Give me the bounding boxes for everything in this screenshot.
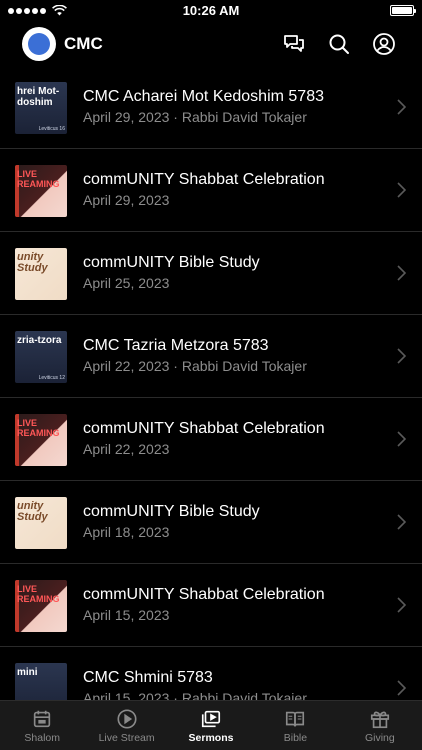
sermon-thumbnail: mini	[15, 663, 67, 700]
chevron-right-icon	[397, 514, 406, 530]
sermon-title: commUNITY Shabbat Celebration	[83, 420, 325, 437]
sermon-list: hrei Mot-doshim Leviticus 16 CMC Acharei…	[0, 66, 422, 700]
sermon-thumbnail: hrei Mot-doshim Leviticus 16	[15, 82, 67, 134]
sermon-row[interactable]: unity Study commUNITY Bible Study April …	[0, 232, 422, 315]
sermon-title: commUNITY Bible Study	[83, 503, 260, 520]
sermon-row[interactable]: mini CMC Shmini 5783 April 15, 2023 · Ra…	[0, 647, 422, 700]
app-logo[interactable]	[22, 27, 56, 61]
chevron-right-icon	[397, 431, 406, 447]
sermon-meta: April 18, 2023	[83, 524, 170, 540]
sermon-thumbnail: LIVE REAMING	[15, 165, 67, 217]
sermon-meta: April 22, 2023	[83, 441, 170, 457]
sermon-title: commUNITY Shabbat Celebration	[83, 586, 325, 603]
calendar-icon	[34, 710, 51, 727]
sermon-thumbnail: unity Study	[15, 248, 67, 300]
tab-sermons[interactable]: Sermons	[169, 701, 253, 750]
sermon-row[interactable]: LIVE REAMING commUNITY Shabbat Celebrati…	[0, 149, 422, 232]
sermon-title: CMC Acharei Mot Kedoshim 5783	[83, 88, 324, 105]
chevron-right-icon	[397, 348, 406, 364]
chevron-right-icon	[397, 597, 406, 613]
sermon-meta: April 15, 2023 · Rabbi David Tokajer	[83, 690, 307, 700]
chevron-right-icon	[397, 680, 406, 696]
chevron-right-icon	[397, 99, 406, 115]
sermon-meta: April 29, 2023	[83, 192, 170, 208]
sermon-title: CMC Shmini 5783	[83, 669, 213, 686]
video-library-icon	[201, 710, 221, 727]
sermon-row[interactable]: hrei Mot-doshim Leviticus 16 CMC Acharei…	[0, 66, 422, 149]
tab-bible[interactable]: Bible	[253, 701, 337, 750]
chevron-right-icon	[397, 265, 406, 281]
sermon-row[interactable]: unity Study commUNITY Bible Study April …	[0, 481, 422, 564]
tab-bar: Shalom Live Stream Sermons Bible Giving	[0, 700, 422, 750]
sermon-title: CMC Tazria Metzora 5783	[83, 337, 269, 354]
sermon-meta: April 29, 2023 · Rabbi David Tokajer	[83, 109, 307, 125]
sermon-thumbnail: LIVE REAMING	[15, 414, 67, 466]
sermon-thumbnail: zria-tzora Leviticus 12	[15, 331, 67, 383]
tab-label: Giving	[364, 731, 395, 744]
sermon-row[interactable]: LIVE REAMING commUNITY Shabbat Celebrati…	[0, 398, 422, 481]
tab-shalom[interactable]: Shalom	[0, 701, 84, 750]
chat-icon[interactable]	[282, 32, 306, 56]
app-header: CMC	[0, 22, 422, 66]
status-time: 10:26 AM	[182, 3, 240, 18]
app-title: CMC	[64, 34, 103, 53]
chevron-right-icon	[397, 182, 406, 198]
sermon-meta: April 22, 2023 · Rabbi David Tokajer	[83, 358, 307, 374]
play-icon	[117, 708, 137, 729]
sermon-title: commUNITY Bible Study	[83, 254, 260, 271]
sermon-row[interactable]: zria-tzora Leviticus 12 CMC Tazria Metzo…	[0, 315, 422, 398]
sermon-title: commUNITY Shabbat Celebration	[83, 171, 325, 188]
tab-label: Sermons	[188, 731, 234, 744]
book-icon	[286, 711, 305, 726]
battery-icon	[390, 5, 416, 16]
gift-icon	[370, 711, 389, 728]
account-icon[interactable]	[372, 32, 396, 56]
sermon-row[interactable]: LIVE REAMING commUNITY Shabbat Celebrati…	[0, 564, 422, 647]
tab-giving[interactable]: Giving	[338, 701, 422, 750]
tab-label: Bible	[283, 731, 308, 744]
sermon-thumbnail: LIVE REAMING	[15, 580, 67, 632]
tab-label: Live Stream	[98, 731, 155, 744]
sermon-thumbnail: unity Study	[15, 497, 67, 549]
status-bar: 10:26 AM	[0, 0, 422, 22]
tab-label: Shalom	[24, 731, 60, 744]
sermon-meta: April 15, 2023	[83, 607, 170, 623]
tab-live-stream[interactable]: Live Stream	[84, 701, 168, 750]
search-icon[interactable]	[327, 32, 351, 56]
sermon-meta: April 25, 2023	[83, 275, 170, 291]
